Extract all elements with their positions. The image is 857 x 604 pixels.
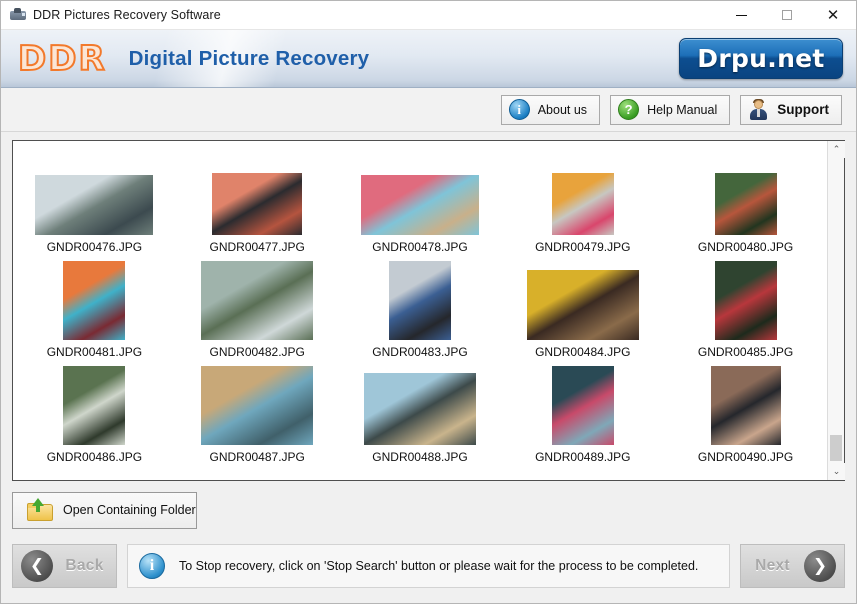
support-label: Support bbox=[777, 102, 829, 117]
thumbnail-image[interactable] bbox=[526, 270, 639, 340]
thumbnail-label: GNDR00489.JPG bbox=[535, 450, 631, 464]
page-title: Digital Picture Recovery bbox=[128, 46, 370, 70]
camera-icon bbox=[10, 7, 26, 23]
thumbnail-image[interactable] bbox=[35, 175, 154, 235]
question-icon: ? bbox=[618, 99, 640, 120]
thumbnail-label: GNDR00483.JPG bbox=[372, 345, 468, 359]
thumbnail-image[interactable] bbox=[201, 366, 314, 445]
bottom-navigation: ❮ Back i To Stop recovery, click on 'Sto… bbox=[1, 539, 856, 603]
ddr-logo: DDR bbox=[17, 38, 107, 79]
about-us-button[interactable]: i About us bbox=[500, 94, 601, 125]
scroll-up-button[interactable]: ⌃ bbox=[828, 141, 845, 158]
minimize-button[interactable] bbox=[718, 1, 764, 30]
open-containing-folder-label: Open Containing Folder bbox=[63, 503, 196, 517]
thumbnail-label: GNDR00480.JPG bbox=[697, 240, 794, 254]
recovered-files-pane: GNDR00476.JPG GNDR00477.JPG GNDR00478.JPG G… bbox=[12, 140, 845, 481]
thumbnail-item[interactable]: GNDR00489.JPG bbox=[501, 359, 664, 464]
thumbnail-item[interactable]: GNDR00476.JPG bbox=[13, 149, 176, 254]
thumbnail-image[interactable] bbox=[212, 173, 303, 235]
chevron-left-icon: ❮ bbox=[21, 550, 53, 582]
help-manual-button[interactable]: ? Help Manual bbox=[610, 94, 731, 125]
thumbnail-label: GNDR00477.JPG bbox=[209, 240, 305, 254]
thumbnail-item[interactable]: GNDR00490.JPG bbox=[664, 359, 827, 464]
scrollbar-thumb[interactable] bbox=[830, 435, 842, 461]
brand-badge[interactable]: Drpu.net bbox=[679, 38, 843, 79]
content-area: GNDR00476.JPG GNDR00477.JPG GNDR00478.JPG G… bbox=[1, 132, 856, 539]
support-agent-icon bbox=[748, 99, 769, 120]
close-icon: ✕ bbox=[826, 5, 840, 24]
brand-label: Drpu.net bbox=[697, 44, 825, 73]
back-label: Back bbox=[65, 557, 104, 574]
toolbar: i About us ? Help Manual Support bbox=[1, 88, 856, 132]
thumbnail-item[interactable]: GNDR00478.JPG bbox=[339, 149, 502, 254]
close-button[interactable]: ✕ bbox=[810, 1, 856, 30]
thumbnail-row: GNDR00481.JPG GNDR00482.JPG GNDR00483.JPG G… bbox=[13, 254, 827, 359]
thumbnail-image[interactable] bbox=[714, 261, 777, 340]
thumbnail-label: GNDR00482.JPG bbox=[209, 345, 305, 359]
application-window: DDR Pictures Recovery Software ✕ DDR Dig… bbox=[0, 0, 857, 604]
about-us-label: About us bbox=[537, 102, 588, 117]
thumbnail-item[interactable]: GNDR00477.JPG bbox=[176, 149, 339, 254]
info-icon: i bbox=[139, 553, 165, 579]
scroll-down-button[interactable]: ⌄ bbox=[828, 463, 845, 480]
thumbnail-image[interactable] bbox=[63, 366, 126, 445]
thumbnail-item[interactable]: GNDR00483.JPG bbox=[339, 254, 502, 359]
thumbnail-item[interactable]: GNDR00485.JPG bbox=[664, 254, 827, 359]
thumbnail-image[interactable] bbox=[710, 366, 781, 445]
thumbnail-image[interactable] bbox=[714, 173, 777, 235]
hint-text: To Stop recovery, click on 'Stop Search'… bbox=[179, 559, 699, 573]
open-containing-folder-button[interactable]: Open Containing Folder bbox=[12, 491, 197, 529]
thumbnail-item[interactable]: GNDR00481.JPG bbox=[13, 254, 176, 359]
window-title: DDR Pictures Recovery Software bbox=[33, 8, 221, 22]
thumbnail-item[interactable]: GNDR00484.JPG bbox=[501, 254, 664, 359]
title-bar: DDR Pictures Recovery Software ✕ bbox=[1, 1, 856, 30]
thumbnail-item[interactable]: GNDR00486.JPG bbox=[13, 359, 176, 464]
thumbnail-label: GNDR00479.JPG bbox=[535, 240, 631, 254]
thumbnail-item[interactable]: GNDR00487.JPG bbox=[176, 359, 339, 464]
info-icon: i bbox=[508, 99, 530, 120]
thumbnail-image[interactable] bbox=[360, 175, 479, 235]
thumbnail-row: GNDR00486.JPG GNDR00487.JPG GNDR00488.JPG G… bbox=[13, 359, 827, 464]
thumbnail-item[interactable]: GNDR00479.JPG bbox=[501, 149, 664, 254]
thumbnail-label: GNDR00488.JPG bbox=[372, 450, 468, 464]
thumbnail-item[interactable]: GNDR00480.JPG bbox=[664, 149, 827, 254]
thumbnail-image[interactable] bbox=[201, 261, 314, 340]
thumbnail-label: GNDR00486.JPG bbox=[46, 450, 143, 464]
thumbnail-label: GNDR00487.JPG bbox=[209, 450, 305, 464]
chevron-right-icon: ❯ bbox=[804, 550, 836, 582]
next-label: Next bbox=[755, 557, 790, 574]
next-button[interactable]: Next ❯ bbox=[740, 544, 845, 588]
hint-box: i To Stop recovery, click on 'Stop Searc… bbox=[127, 544, 730, 588]
thumbnail-label: GNDR00476.JPG bbox=[46, 240, 143, 254]
scrollbar-track[interactable] bbox=[828, 158, 844, 463]
thumbnail-label: GNDR00490.JPG bbox=[697, 450, 794, 464]
maximize-button[interactable] bbox=[764, 1, 810, 30]
thumbnail-image[interactable] bbox=[63, 261, 126, 340]
header-banner: DDR Digital Picture Recovery Drpu.net bbox=[1, 30, 856, 88]
thumbnail-label: GNDR00481.JPG bbox=[46, 345, 143, 359]
thumbnail-grid: GNDR00476.JPG GNDR00477.JPG GNDR00478.JPG G… bbox=[13, 141, 827, 480]
thumbnail-label: GNDR00478.JPG bbox=[372, 240, 468, 254]
thumbnail-item[interactable]: GNDR00482.JPG bbox=[176, 254, 339, 359]
thumbnail-image[interactable] bbox=[388, 261, 451, 340]
back-button[interactable]: ❮ Back bbox=[12, 544, 117, 588]
vertical-scrollbar[interactable]: ⌃ ⌄ bbox=[827, 141, 845, 480]
support-button[interactable]: Support bbox=[740, 94, 842, 125]
action-row: Open Containing Folder (497.44 MB) 10219… bbox=[12, 481, 845, 539]
thumbnail-image[interactable] bbox=[551, 173, 614, 235]
thumbnail-label: GNDR00485.JPG bbox=[697, 345, 794, 359]
thumbnail-label: GNDR00484.JPG bbox=[535, 345, 631, 359]
thumbnail-item[interactable]: GNDR00488.JPG bbox=[339, 359, 502, 464]
help-manual-label: Help Manual bbox=[647, 102, 718, 117]
thumbnail-image[interactable] bbox=[363, 373, 476, 445]
thumbnail-image[interactable] bbox=[551, 366, 614, 445]
window-controls: ✕ bbox=[718, 1, 856, 30]
maximize-icon bbox=[782, 10, 792, 20]
folder-upload-icon bbox=[27, 498, 53, 521]
minimize-icon bbox=[735, 14, 747, 16]
thumbnail-row: GNDR00476.JPG GNDR00477.JPG GNDR00478.JPG G… bbox=[13, 149, 827, 254]
